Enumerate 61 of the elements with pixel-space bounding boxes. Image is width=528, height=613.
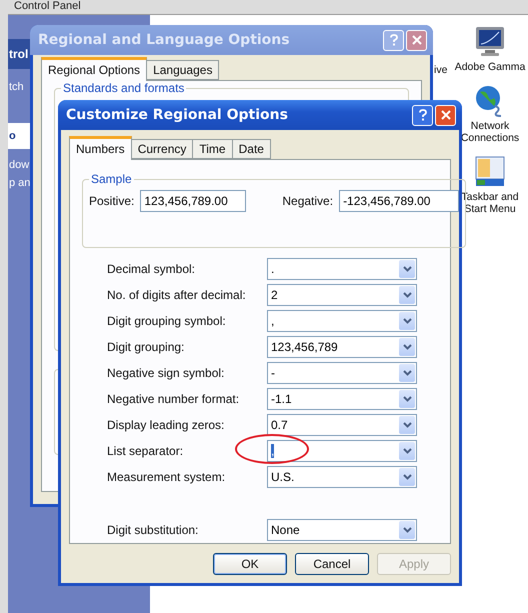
caret-icon — [402, 474, 412, 480]
dropdown[interactable]: - — [267, 362, 417, 384]
tab[interactable]: Numbers — [69, 136, 132, 160]
caret-icon — [402, 318, 412, 324]
dropdown[interactable]: 0.7 — [267, 414, 417, 436]
field-label: No. of digits after decimal: — [107, 288, 247, 302]
close-button[interactable] — [406, 30, 427, 50]
field-label: List separator: — [107, 444, 184, 458]
sidebar-text: dow — [8, 159, 30, 171]
help-button[interactable] — [383, 30, 404, 50]
icon-label[interactable]: ive — [434, 64, 448, 76]
tab[interactable]: Languages — [146, 60, 220, 80]
dropdown[interactable]: 2 — [267, 284, 417, 306]
cancel-button[interactable]: Cancel — [295, 553, 369, 575]
sidebar-link[interactable]: tch — [8, 81, 24, 93]
help-button[interactable] — [412, 104, 433, 126]
caret-icon — [402, 344, 412, 350]
dropdown[interactable]: . — [267, 258, 417, 280]
close-button[interactable] — [435, 104, 456, 126]
close-icon — [440, 110, 450, 120]
close-icon — [412, 35, 422, 45]
tab[interactable]: Regional Options — [41, 57, 148, 81]
field-label: Digit grouping symbol: — [107, 314, 227, 328]
window-title: Control Panel — [14, 0, 81, 12]
sidebar-text: p an — [8, 177, 30, 189]
field-label: Decimal symbol: — [107, 262, 196, 276]
field-label: Display leading zeros: — [107, 418, 226, 432]
icon-label[interactable]: Adobe Gamma — [454, 61, 526, 74]
taskbar-icon — [473, 154, 507, 189]
field-label: Negative number format: — [107, 392, 240, 406]
caret-icon — [402, 396, 412, 402]
text-field[interactable]: -123,456,789.00 — [339, 190, 460, 212]
caret-icon — [402, 292, 412, 298]
caret-icon — [402, 266, 412, 272]
group-title: Standards and formats — [62, 81, 186, 95]
dropdown[interactable]: 123,456,789 — [267, 336, 417, 358]
tab[interactable]: Currency — [130, 139, 194, 159]
caret-icon — [402, 370, 412, 376]
dropdown[interactable]: U.S. — [267, 466, 417, 488]
field-label: Measurement system: — [107, 470, 226, 484]
group-title: Sample — [90, 172, 133, 186]
monitor-icon — [473, 25, 507, 59]
help-icon — [390, 34, 398, 46]
caret-icon — [402, 448, 412, 454]
field-label: Positive: — [89, 194, 134, 208]
dropdown[interactable]: None — [267, 519, 417, 541]
dropdown[interactable]: , — [267, 310, 417, 332]
dropdown[interactable]: , — [267, 440, 417, 462]
ok-button[interactable]: OK — [213, 553, 287, 575]
caret-icon — [402, 527, 412, 533]
field-label: Negative sign symbol: — [107, 366, 226, 380]
help-icon — [418, 109, 426, 121]
tab[interactable]: Date — [232, 139, 271, 159]
tab[interactable]: Time — [192, 139, 233, 159]
field-label: Digit substitution: — [107, 523, 200, 537]
field-label: Negative: — [282, 194, 334, 208]
dropdown[interactable]: -1.1 — [267, 388, 417, 410]
text-field[interactable]: 123,456,789.00 — [140, 190, 246, 212]
field-label: Digit grouping: — [107, 340, 186, 354]
dialog-title: Customize Regional Options — [66, 107, 289, 123]
caret-icon — [402, 422, 412, 428]
